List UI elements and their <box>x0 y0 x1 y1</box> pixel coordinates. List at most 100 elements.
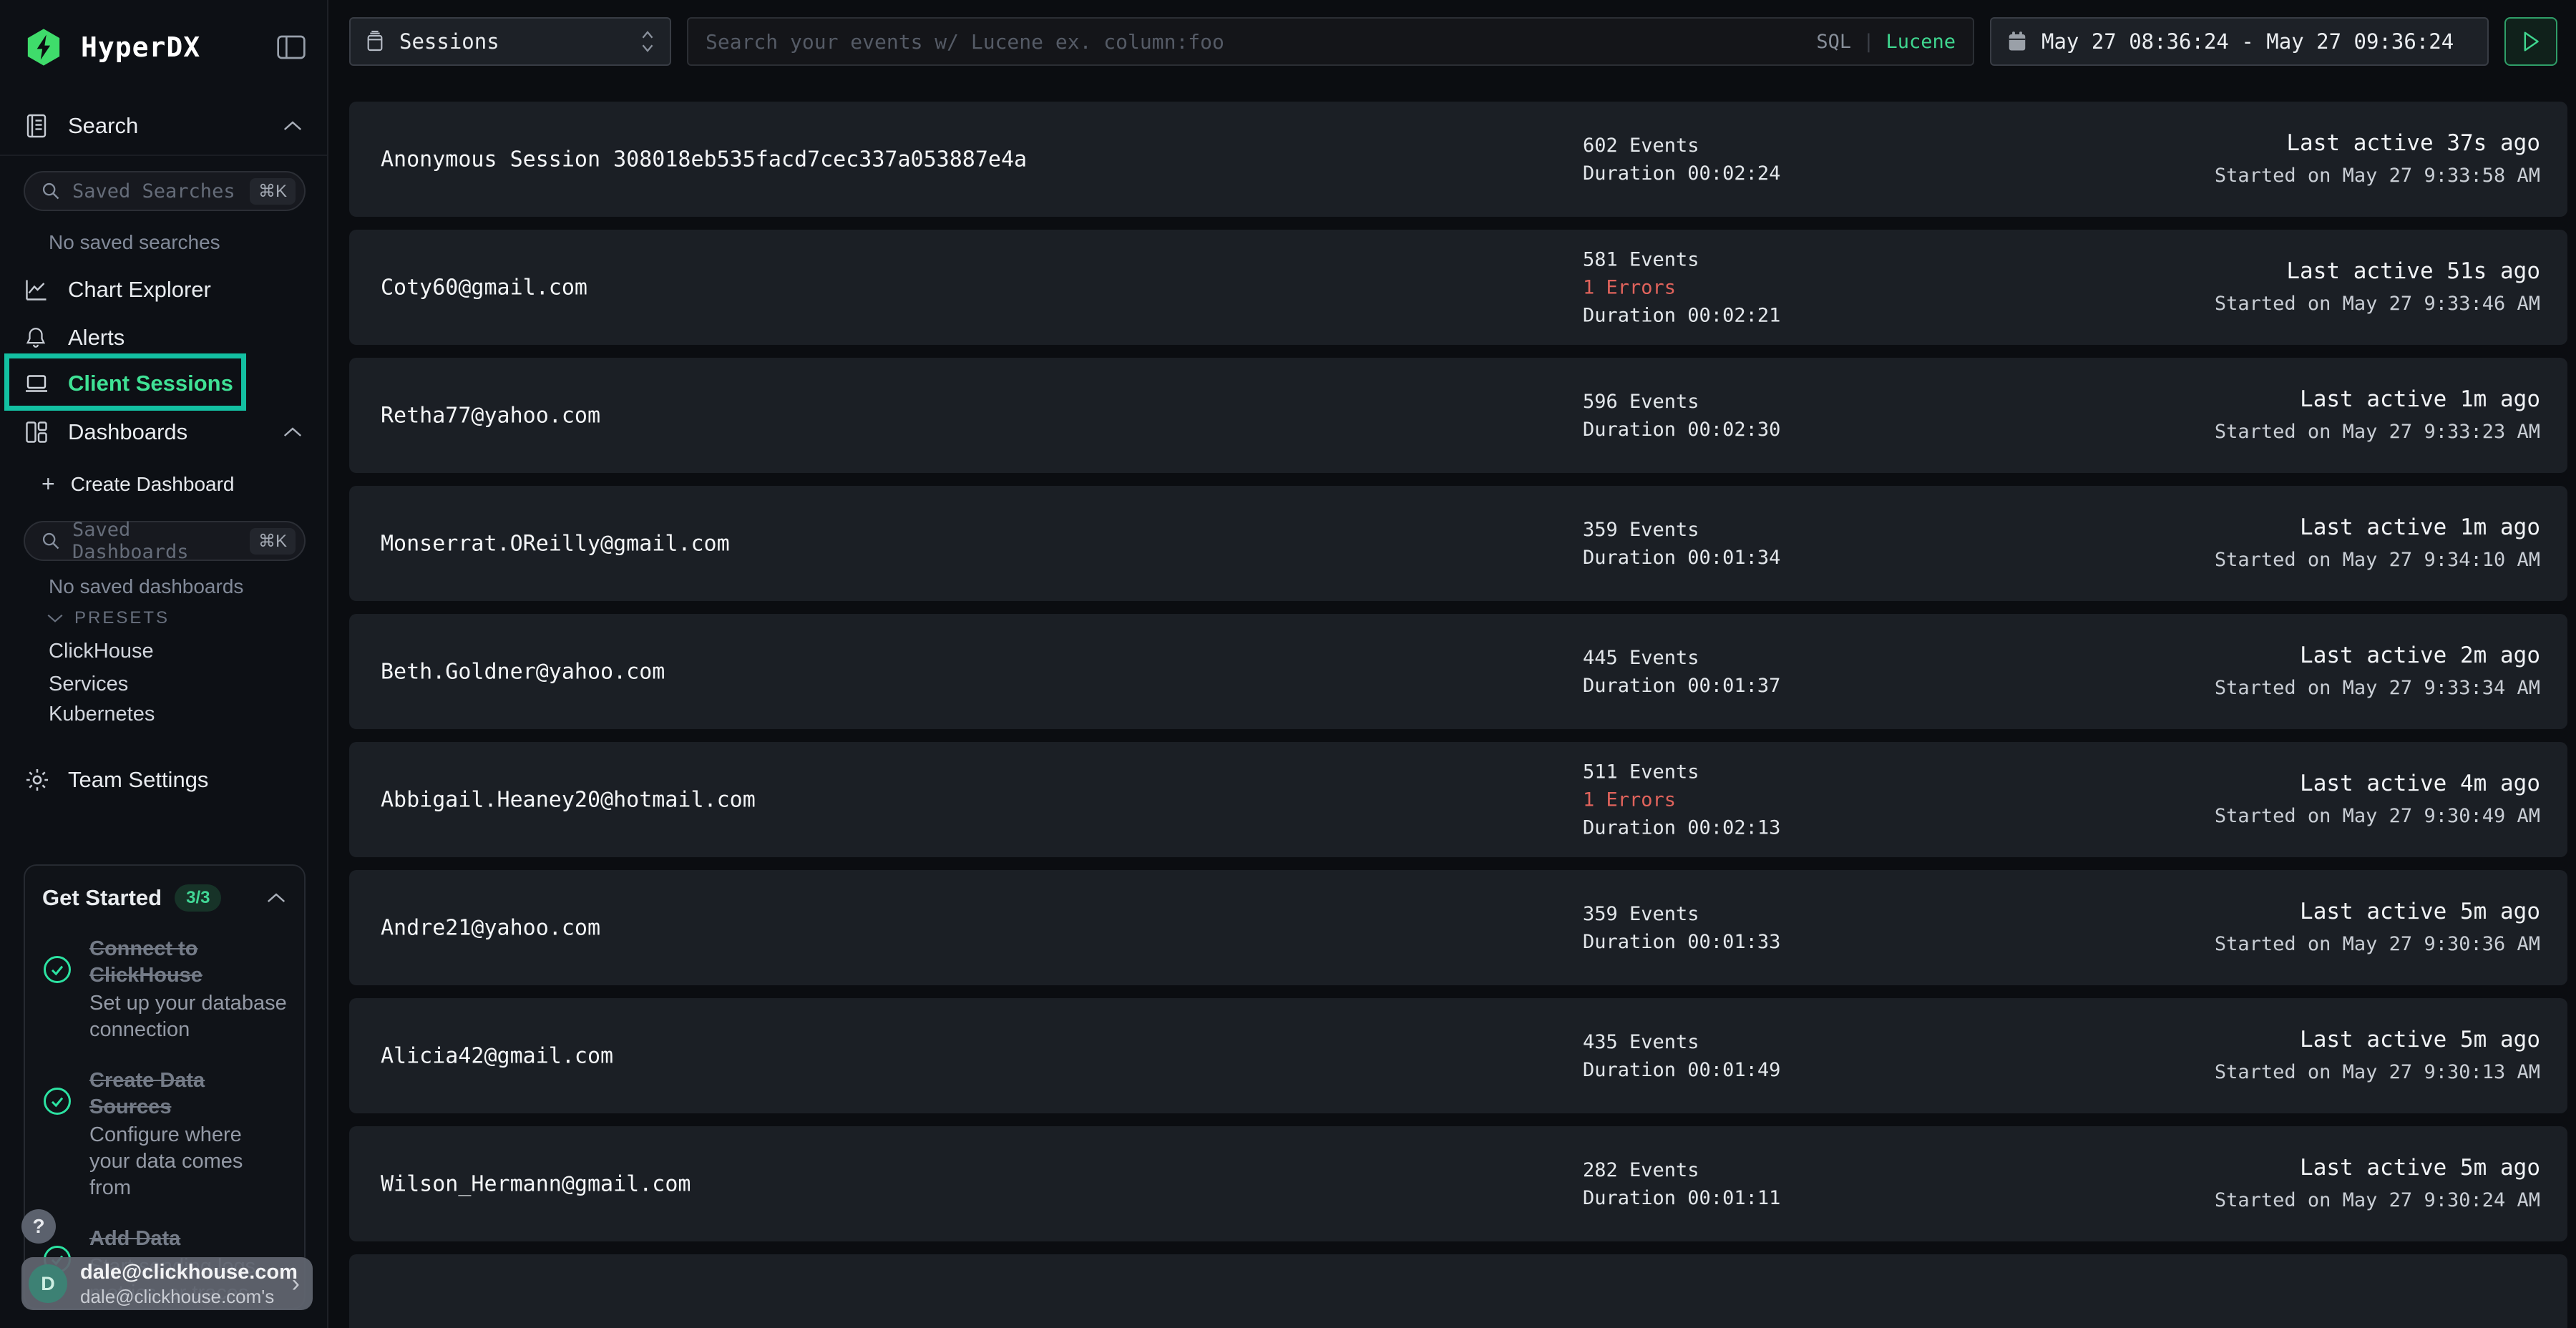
session-events: 602 Events <box>1583 132 1780 160</box>
time-range-value: May 27 08:36:24 - May 27 09:36:24 <box>2041 29 2454 54</box>
session-last-active: Last active 1m ago <box>2215 512 2540 542</box>
get-started-panel: Get Started 3/3 Connect to ClickHouse Se… <box>24 864 306 1309</box>
session-started: Started on May 27 9:33:23 AM <box>2215 417 2540 447</box>
session-row[interactable]: Monserrat.OReilly@gmail.com 359 Events D… <box>349 486 2567 601</box>
time-range-picker[interactable]: May 27 08:36:24 - May 27 09:36:24 <box>1990 17 2489 66</box>
sidebar-item-search[interactable]: Search <box>24 107 303 145</box>
session-started: Started on May 27 9:34:10 AM <box>2215 545 2540 575</box>
session-started: Started on May 27 9:30:49 AM <box>2215 801 2540 831</box>
session-row[interactable]: Andre21@yahoo.com 359 Events Duration 00… <box>349 870 2567 985</box>
search-icon <box>41 181 61 201</box>
session-activity: Last active 37s ago Started on May 27 9:… <box>2215 128 2540 191</box>
play-icon <box>2522 31 2540 52</box>
session-last-active: Last active 51s ago <box>2215 256 2540 286</box>
session-stats: 602 Events Duration 00:02:24 <box>1583 132 1780 187</box>
event-search-input[interactable]: Search your events w/ Lucene ex. column:… <box>687 17 1974 66</box>
session-events: 359 Events <box>1583 900 1780 928</box>
no-saved-searches-note: No saved searches <box>49 231 220 254</box>
session-stats: 359 Events Duration 00:01:33 <box>1583 900 1780 956</box>
session-duration: Duration 00:01:33 <box>1583 928 1780 956</box>
chevron-up-icon[interactable] <box>265 892 287 904</box>
preset-dashboard-item[interactable]: ClickHouse <box>49 640 154 663</box>
sidebar: HyperDX Search Saved Searches ⌘K No save… <box>0 0 328 1328</box>
create-dashboard-label: Create Dashboard <box>71 473 235 496</box>
mode-divider: | <box>1863 31 1874 53</box>
source-select[interactable]: Sessions <box>349 17 671 66</box>
preset-dashboard-item[interactable]: Services <box>49 673 128 696</box>
session-row[interactable] <box>349 1254 2567 1328</box>
session-row[interactable]: Wilson_Hermann@gmail.com 282 Events Dura… <box>349 1126 2567 1241</box>
session-duration: Duration 00:01:49 <box>1583 1056 1780 1084</box>
avatar: D <box>29 1264 67 1303</box>
session-duration: Duration 00:01:37 <box>1583 672 1780 700</box>
sidebar-item-dashboards[interactable]: Dashboards <box>24 414 303 451</box>
user-email: dale@clickhouse.com <box>80 1262 292 1283</box>
database-icon <box>365 30 385 53</box>
session-duration: Duration 00:01:11 <box>1583 1184 1780 1212</box>
presets-label: PRESETS <box>74 608 170 628</box>
hyperdx-logo-icon <box>24 27 64 67</box>
get-started-progress-badge: 3/3 <box>175 884 221 912</box>
session-stats: 435 Events Duration 00:01:49 <box>1583 1028 1780 1084</box>
shortcut-badge: ⌘K <box>250 178 296 205</box>
user-account-button[interactable]: D dale@clickhouse.com dale@clickhouse.co… <box>21 1257 313 1310</box>
collapse-sidebar-icon[interactable] <box>277 35 306 59</box>
presets-toggle[interactable]: PRESETS <box>46 608 170 628</box>
journal-icon <box>24 113 55 139</box>
get-started-checklist-item[interactable]: Connect to ClickHouse Set up your databa… <box>42 936 287 1043</box>
session-last-active: Last active 2m ago <box>2215 640 2540 670</box>
create-dashboard-button[interactable]: + Create Dashboard <box>42 471 235 497</box>
lucene-mode-toggle[interactable]: Lucene <box>1885 31 1956 53</box>
sidebar-item-alerts[interactable]: Alerts <box>24 319 303 356</box>
check-circle-icon <box>42 954 72 985</box>
bell-icon <box>24 325 55 351</box>
sql-mode-toggle[interactable]: SQL <box>1816 31 1851 53</box>
question-mark-label: ? <box>32 1215 44 1238</box>
session-title: Andre21@yahoo.com <box>381 915 600 940</box>
session-activity: Last active 4m ago Started on May 27 9:3… <box>2215 768 2540 831</box>
sidebar-item-team-settings[interactable]: Team Settings <box>24 761 303 799</box>
session-title: Wilson_Hermann@gmail.com <box>381 1171 691 1196</box>
session-title: Alicia42@gmail.com <box>381 1043 613 1068</box>
chevron-up-icon[interactable] <box>282 426 303 439</box>
chevron-up-icon[interactable] <box>282 119 303 132</box>
saved-dashboards-input[interactable]: Saved Dashboards ⌘K <box>24 521 306 561</box>
app-title: HyperDX <box>81 31 200 63</box>
checklist-item-title: Create Data Sources <box>89 1068 287 1120</box>
session-row[interactable]: Beth.Goldner@yahoo.com 445 Events Durati… <box>349 614 2567 729</box>
session-row[interactable]: Abbigail.Heaney20@hotmail.com 511 Events… <box>349 742 2567 857</box>
session-activity: Last active 5m ago Started on May 27 9:3… <box>2215 1153 2540 1216</box>
run-query-button[interactable] <box>2504 17 2557 66</box>
session-row[interactable]: Retha77@yahoo.com 596 Events Duration 00… <box>349 358 2567 473</box>
session-stats: 596 Events Duration 00:02:30 <box>1583 388 1780 444</box>
chevron-down-icon <box>46 612 64 624</box>
get-started-checklist-item[interactable]: Create Data Sources Configure where your… <box>42 1068 287 1201</box>
checklist-item-title: Add Data <box>89 1226 287 1252</box>
session-list: Anonymous Session 308018eb535facd7cec337… <box>330 66 2576 1328</box>
session-row[interactable]: Anonymous Session 308018eb535facd7cec337… <box>349 102 2567 217</box>
sidebar-item-label: Alerts <box>68 325 125 351</box>
checklist-item-desc: Configure where your data comes from <box>89 1122 287 1201</box>
session-events: 445 Events <box>1583 644 1780 672</box>
sidebar-item-label: Chart Explorer <box>68 277 211 303</box>
no-saved-dashboards-note: No saved dashboards <box>49 575 243 598</box>
search-icon <box>41 531 61 551</box>
session-events: 359 Events <box>1583 516 1780 544</box>
session-stats: 445 Events Duration 00:01:37 <box>1583 644 1780 700</box>
sidebar-item-chart-explorer[interactable]: Chart Explorer <box>24 271 303 308</box>
user-subtitle: dale@clickhouse.com's <box>80 1287 292 1306</box>
preset-dashboard-item[interactable]: Kubernetes <box>49 703 155 726</box>
preset-label: ClickHouse <box>49 640 154 663</box>
session-events: 435 Events <box>1583 1028 1780 1056</box>
chevron-right-icon: › <box>292 1270 300 1298</box>
session-row[interactable]: Alicia42@gmail.com 435 Events Duration 0… <box>349 998 2567 1113</box>
session-row[interactable]: Coty60@gmail.com 581 Events 1 Errors Dur… <box>349 230 2567 345</box>
topbar: Sessions Search your events w/ Lucene ex… <box>330 0 2576 66</box>
session-last-active: Last active 37s ago <box>2215 128 2540 158</box>
session-title: Retha77@yahoo.com <box>381 403 600 428</box>
session-last-active: Last active 5m ago <box>2215 1153 2540 1183</box>
checklist-item-desc: Set up your database connection <box>89 990 287 1043</box>
saved-searches-input[interactable]: Saved Searches ⌘K <box>24 171 306 211</box>
help-button[interactable]: ? <box>21 1209 56 1244</box>
session-title: Beth.Goldner@yahoo.com <box>381 659 665 684</box>
